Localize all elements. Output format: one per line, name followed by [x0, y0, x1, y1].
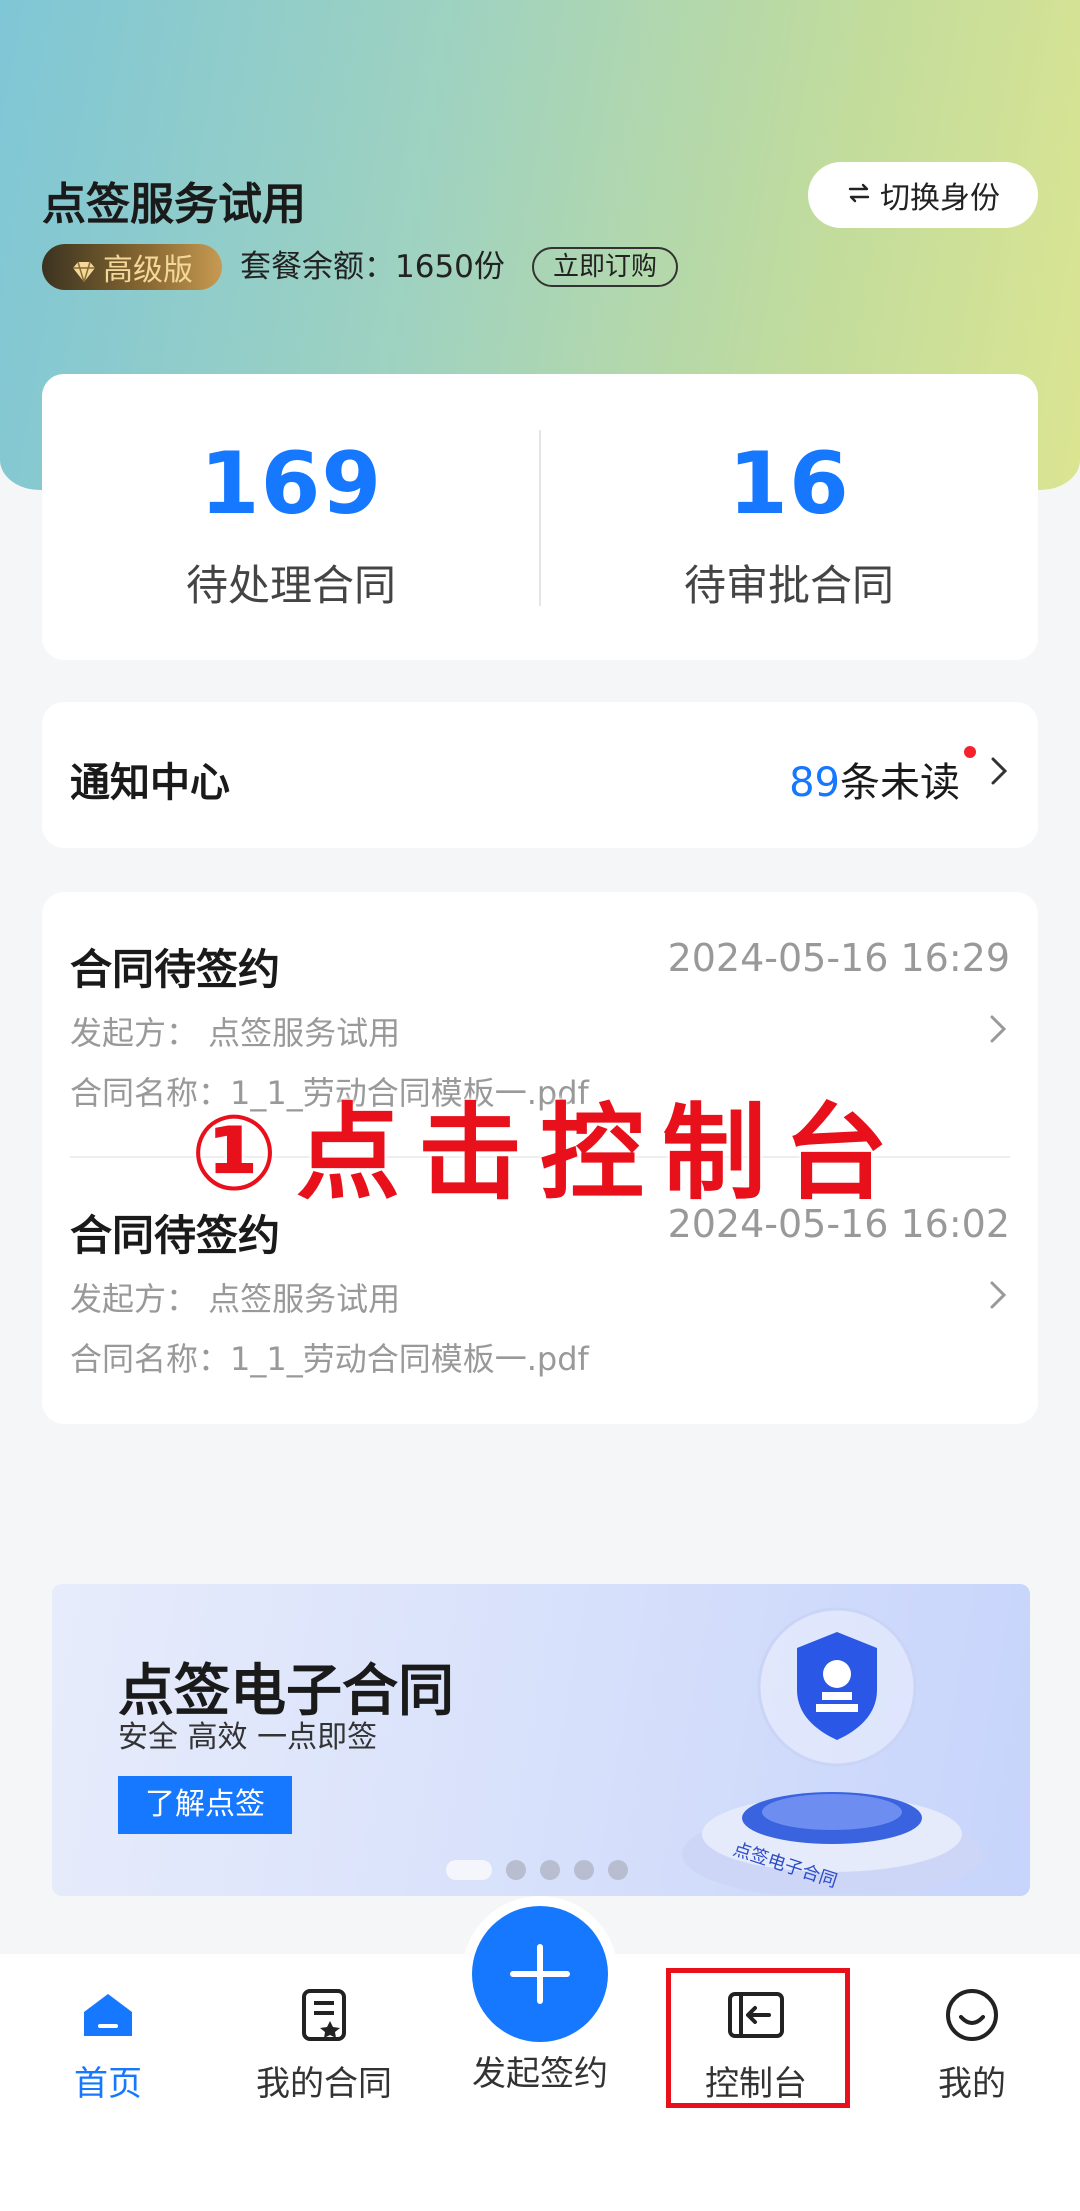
stamp-shield-icon [757, 1607, 917, 1767]
quota-text: 套餐余额：1650份 [240, 249, 505, 285]
approval-label: 待审批合同 [683, 561, 894, 610]
chevron-right-icon [988, 1276, 1008, 1320]
approval-contracts-stat[interactable]: 16 待审批合同 [540, 374, 1038, 660]
carousel-dot[interactable] [540, 1860, 560, 1880]
switch-identity-label: 切换身份 [880, 181, 1000, 216]
diamond-icon [71, 256, 97, 283]
smile-face-icon [882, 1984, 1062, 2046]
tab-home[interactable]: 首页 [18, 1984, 198, 2105]
unread-dot [964, 746, 976, 758]
pending-contracts-stat[interactable]: 169 待处理合同 [42, 374, 540, 660]
approval-count: 16 [728, 434, 850, 534]
vip-badge: 高级版 [42, 244, 222, 290]
initiate-sign-button[interactable] [472, 1906, 608, 2042]
carousel-dot[interactable] [574, 1860, 594, 1880]
promo-banner[interactable]: 点签电子合同 安全 高效 一点即签 了解点签 点签电子合同 [52, 1584, 1030, 1896]
task-contract-name: 合同名称：1_1_劳动合同模板一.pdf [70, 1340, 589, 1378]
unread-number: 89 [789, 760, 840, 806]
initiate-sign-label: 发起签约 [472, 2054, 608, 2094]
swap-icon [846, 179, 872, 212]
contract-icon [234, 1984, 414, 2046]
notification-center[interactable]: 通知中心 89条未读 [42, 702, 1038, 848]
instruction-overlay: ①点击控制台 [190, 1092, 907, 1214]
task-initiator: 发起方： 点签服务试用 [70, 1280, 401, 1318]
subscribe-button[interactable]: 立即订购 [532, 247, 678, 287]
console-highlight-box [666, 1968, 850, 2108]
home-icon [18, 1984, 198, 2046]
unread-suffix: 条未读 [840, 760, 960, 806]
chevron-right-icon [988, 752, 1010, 798]
chevron-right-icon [988, 1010, 1008, 1054]
switch-identity-button[interactable]: 切换身份 [808, 162, 1038, 228]
carousel-dot[interactable] [608, 1860, 628, 1880]
carousel-dot[interactable] [506, 1860, 526, 1880]
banner-subtitle: 安全 高效 一点即签 [118, 1720, 378, 1755]
unread-count: 89条未读 [789, 750, 960, 808]
org-name: 点签服务试用 [42, 179, 306, 230]
vip-label: 高级版 [103, 253, 193, 288]
tab-mine-label: 我的 [938, 2064, 1006, 2104]
carousel-dot[interactable] [446, 1860, 492, 1880]
pending-label: 待处理合同 [185, 561, 396, 610]
task-initiator: 发起方： 点签服务试用 [70, 1014, 401, 1052]
task-time: 2024-05-16 16:29 [667, 936, 1010, 980]
plus-icon [510, 1944, 570, 2004]
tab-my-contracts[interactable]: 我的合同 [234, 1984, 414, 2105]
task-title: 合同待签约 [70, 945, 281, 994]
tab-mine[interactable]: 我的 [882, 1984, 1062, 2105]
notice-title: 通知中心 [70, 760, 230, 806]
pending-count: 169 [199, 434, 383, 534]
learn-more-button[interactable]: 了解点签 [118, 1776, 292, 1834]
tab-my-contracts-label: 我的合同 [256, 2064, 392, 2104]
tab-home-label: 首页 [74, 2064, 142, 2104]
stats-card: 169 待处理合同 16 待审批合同 [42, 374, 1038, 660]
carousel-indicator[interactable] [446, 1860, 628, 1880]
